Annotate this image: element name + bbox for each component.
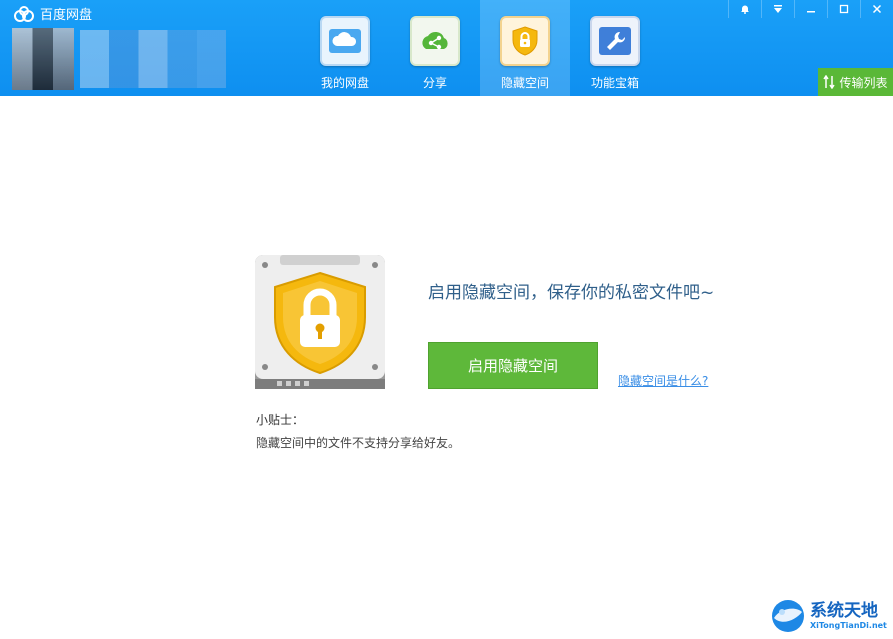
top-bar: 百度网盘 我的网盘 分享 隐藏空间 功能宝箱 传输列表: [0, 0, 893, 96]
safe-shield-illustration: [255, 255, 385, 389]
nav-label: 隐藏空间: [500, 76, 549, 90]
baidu-cloud-icon: [14, 5, 34, 22]
lock-shield-icon: [500, 16, 550, 66]
share-icon: [410, 16, 460, 66]
what-is-hidden-space-link[interactable]: 隐藏空间是什么?: [618, 372, 708, 389]
transfer-list-button[interactable]: 传输列表: [818, 68, 893, 96]
nav-share[interactable]: 分享: [390, 0, 480, 96]
cloud-icon: [320, 16, 370, 66]
transfer-arrows-icon: [823, 75, 836, 89]
app-title: 百度网盘: [40, 8, 93, 23]
wrench-icon: [590, 16, 640, 66]
watermark-cn: 系统天地: [810, 600, 878, 621]
globe-icon: [772, 600, 804, 632]
hidden-space-headline: 启用隐藏空间，保存你的私密文件吧~: [428, 283, 715, 303]
nav-label: 分享: [422, 76, 447, 90]
menu-arrow-icon[interactable]: [761, 0, 794, 18]
maximize-icon[interactable]: [827, 0, 860, 18]
tips-title: 小贴士：: [256, 413, 305, 427]
watermark-en: XiTongTianDi.net: [810, 620, 887, 630]
window-controls: [728, 0, 893, 18]
minimize-icon[interactable]: [794, 0, 827, 18]
close-icon[interactable]: [860, 0, 893, 18]
nav-toolbox[interactable]: 功能宝箱: [570, 0, 660, 96]
user-info-blurred[interactable]: [80, 30, 226, 88]
watermark-logo: 系统天地 XiTongTianDi.net: [770, 595, 892, 637]
transfer-label: 传输列表: [839, 75, 888, 90]
avatar[interactable]: [12, 28, 74, 90]
tips-text: 隐藏空间中的文件不支持分享给好友。: [256, 436, 461, 450]
nav-my-disk[interactable]: 我的网盘: [300, 0, 390, 96]
bell-icon[interactable]: [728, 0, 761, 18]
enable-hidden-space-button[interactable]: 启用隐藏空间: [428, 342, 598, 389]
main-nav: 我的网盘 分享 隐藏空间 功能宝箱: [300, 0, 660, 96]
nav-label: 功能宝箱: [590, 76, 639, 90]
nav-label: 我的网盘: [320, 76, 369, 90]
app-logo: 百度网盘: [14, 4, 92, 23]
nav-hidden-space[interactable]: 隐藏空间: [480, 0, 570, 96]
